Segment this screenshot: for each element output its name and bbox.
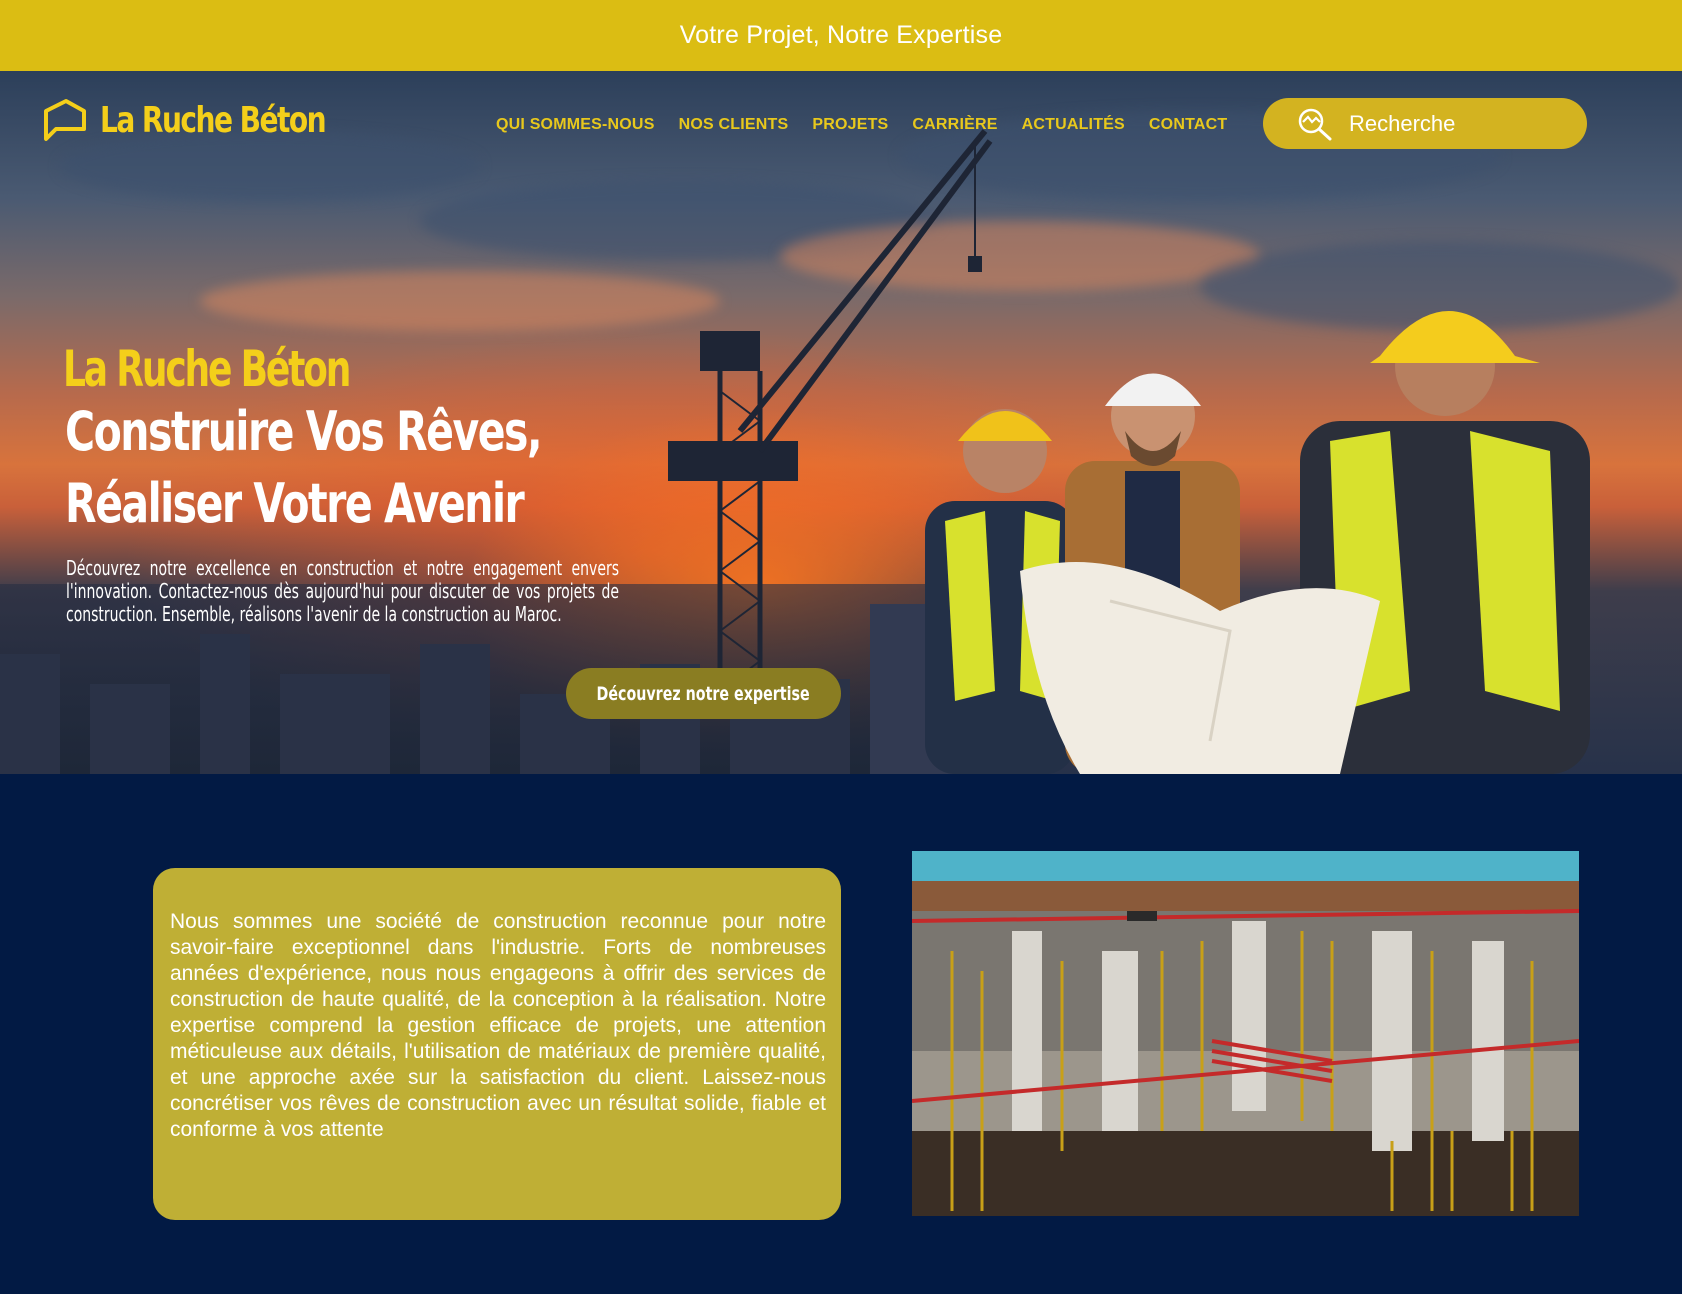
about-text: Nous sommes une société de construction … — [170, 910, 826, 1141]
nav-contact[interactable]: CONTACT — [1149, 116, 1227, 134]
top-banner: Votre Projet, Notre Expertise — [0, 0, 1682, 71]
discover-expertise-button[interactable]: Découvrez notre expertise — [566, 668, 841, 719]
search-input[interactable] — [1349, 110, 1569, 137]
cta-label: Découvrez notre expertise — [596, 682, 811, 705]
nav-carriere[interactable]: CARRIÈRE — [912, 116, 997, 134]
workers-photo — [925, 311, 1590, 774]
hero-title: Construire Vos Rêves, Réaliser Votre Ave… — [65, 400, 543, 535]
nav-projets[interactable]: PROJETS — [812, 116, 888, 134]
nav-nos-clients[interactable]: NOS CLIENTS — [679, 116, 789, 134]
search-icon[interactable] — [1297, 107, 1333, 141]
nav-qui-sommes-nous[interactable]: QUI SOMMES-NOUS — [496, 116, 655, 134]
nav-actualites[interactable]: ACTUALITÉS — [1022, 116, 1125, 134]
construction-site-photo — [912, 851, 1579, 1216]
search-bar[interactable] — [1263, 98, 1587, 149]
house-logo-icon — [44, 99, 86, 141]
main-nav: QUI SOMMES-NOUS NOS CLIENTS PROJETS CARR… — [496, 116, 1227, 134]
tagline: Votre Projet, Notre Expertise — [679, 21, 1003, 49]
logo-text: La Ruche Béton — [100, 99, 327, 141]
hero-brand: La Ruche Béton — [63, 340, 351, 398]
site-logo[interactable]: La Ruche Béton — [42, 97, 388, 143]
hero-description: Découvrez notre excellence en constructi… — [66, 556, 619, 626]
about-card: Nous sommes une société de construction … — [153, 868, 841, 1220]
